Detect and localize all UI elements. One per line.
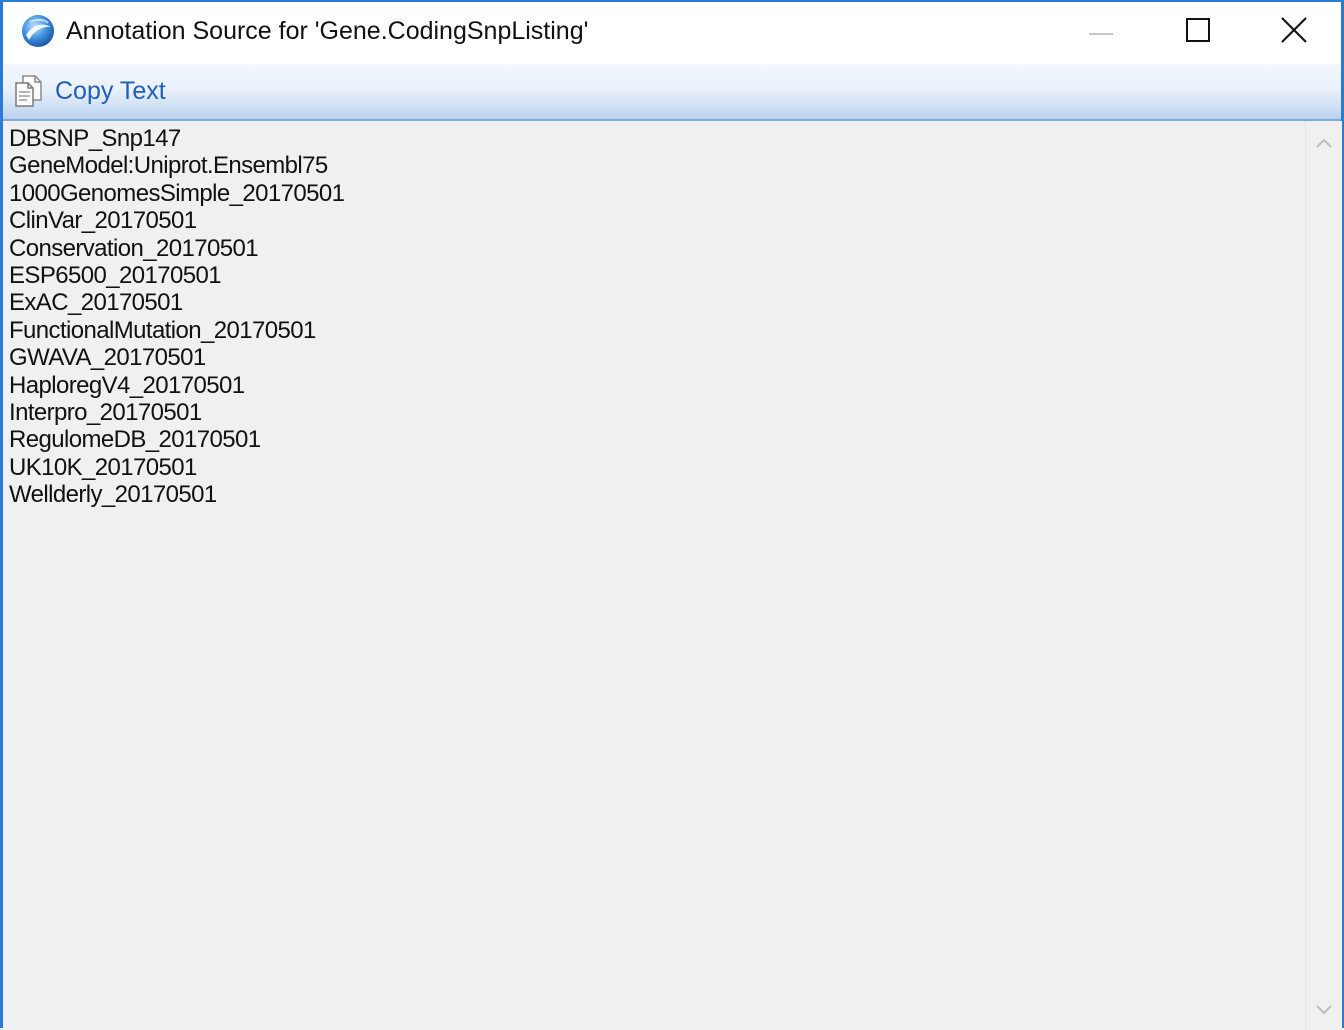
chevron-down-icon (1315, 1003, 1333, 1021)
list-item: ESP6500_20170501 (9, 262, 222, 290)
close-button[interactable] (1246, 2, 1342, 62)
annotation-text-box[interactable]: DBSNP_Snp147 GeneModel:Uniprot.Ensembl75… (3, 121, 1342, 1030)
minimize-button[interactable] (1053, 2, 1149, 62)
maximize-button[interactable] (1150, 2, 1246, 62)
list-item: DBSNP_Snp147 (9, 125, 181, 152)
title-bar[interactable]: Annotation Source for 'Gene.CodingSnpLis… (3, 2, 1341, 64)
close-icon (1281, 16, 1307, 48)
maximize-icon (1186, 17, 1210, 47)
list-item: FunctionalMutation_20170501 (9, 316, 316, 344)
scroll-up-button[interactable] (1306, 127, 1342, 163)
copy-document-icon (13, 74, 45, 108)
list-item: Interpro_20170501 (9, 399, 202, 427)
chevron-up-icon (1315, 136, 1333, 154)
list-item: ClinVar_20170501 (9, 207, 197, 235)
window-title: Annotation Source for 'Gene.CodingSnpLis… (66, 17, 589, 45)
vertical-scrollbar[interactable] (1305, 121, 1342, 1030)
list-item: GWAVA_20170501 (9, 344, 206, 372)
annotation-source-window: Annotation Source for 'Gene.CodingSnpLis… (0, 0, 1344, 1030)
annotation-source-list[interactable]: DBSNP_Snp147 GeneModel:Uniprot.Ensembl75… (9, 125, 1299, 1025)
list-item: RegulomeDB_20170501 (9, 426, 261, 454)
list-item: ExAC_20170501 (9, 289, 183, 317)
app-globe-icon (20, 13, 56, 49)
list-item: Conservation_20170501 (9, 234, 259, 262)
list-item: GeneModel:Uniprot.Ensembl75 (9, 152, 328, 180)
list-item: UK10K_20170501 (9, 453, 197, 481)
list-item: HaploregV4_20170501 (9, 371, 245, 399)
copy-text-button[interactable]: Copy Text (13, 72, 166, 110)
list-item: 1000GenomesSimple_20170501 (9, 179, 345, 207)
minimize-icon (1089, 23, 1113, 41)
scroll-down-button[interactable] (1306, 994, 1342, 1030)
toolbar: Copy Text (3, 64, 1341, 121)
list-item: Wellderly_20170501 (9, 481, 217, 509)
copy-text-label: Copy Text (55, 76, 166, 105)
